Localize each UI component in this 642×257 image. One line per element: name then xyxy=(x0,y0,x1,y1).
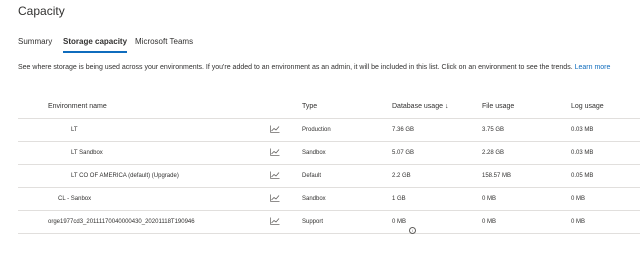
trend-chart-icon[interactable] xyxy=(270,194,280,202)
database-usage-cell: 0 MB i xyxy=(392,219,417,234)
tab-summary[interactable]: Summary xyxy=(18,37,52,51)
page-title: Capacity xyxy=(18,4,65,18)
table-header: Environment name Type Database usage ↓ Fi… xyxy=(18,100,640,116)
header-type[interactable]: Type xyxy=(302,103,317,110)
environment-name[interactable]: LT Sandbox xyxy=(71,150,103,156)
environment-name[interactable]: CL - Sanbox xyxy=(58,196,91,202)
sort-descending-icon: ↓ xyxy=(444,103,449,110)
log-usage: 0.03 MB xyxy=(571,150,594,156)
header-environment-name[interactable]: Environment name xyxy=(48,103,107,110)
database-usage: 0 MB xyxy=(392,219,407,225)
table-row[interactable]: LT Sandbox Sandbox 5.07 GB 2.28 GB 0.03 … xyxy=(18,141,640,164)
file-usage: 0 MB xyxy=(482,196,497,202)
environment-type: Support xyxy=(302,219,324,225)
table-row[interactable]: CL - Sanbox Sandbox 1 GB 0 MB 0 MB xyxy=(18,187,640,210)
database-usage: 5.07 GB xyxy=(392,150,415,156)
log-usage: 0 MB xyxy=(571,219,586,225)
environment-type: Sandbox xyxy=(302,196,326,202)
header-database-usage[interactable]: Database usage ↓ xyxy=(392,103,448,110)
trend-chart-icon[interactable] xyxy=(270,148,280,156)
trend-chart-icon[interactable] xyxy=(270,217,280,225)
environment-type: Default xyxy=(302,173,322,179)
header-log-usage[interactable]: Log usage xyxy=(571,103,604,110)
environment-type: Sandbox xyxy=(302,150,326,156)
trend-chart-icon[interactable] xyxy=(270,125,280,133)
file-usage: 0 MB xyxy=(482,219,497,225)
table-row[interactable]: LT CO OF AMERICA (default) (Upgrade) Def… xyxy=(18,164,640,187)
file-usage: 2.28 GB xyxy=(482,150,505,156)
file-usage: 158.57 MB xyxy=(482,173,512,179)
log-usage: 0 MB xyxy=(571,196,586,202)
log-usage: 0.05 MB xyxy=(571,173,594,179)
environment-name[interactable]: orge1977cd3_20111170040000430_20201118T1… xyxy=(48,219,195,225)
table-row[interactable]: LT Production 7.36 GB 3.75 GB 0.03 MB xyxy=(18,118,640,141)
tab-storage-capacity[interactable]: Storage capacity xyxy=(63,37,128,53)
info-icon[interactable]: i xyxy=(409,227,417,234)
trend-chart-icon[interactable] xyxy=(270,171,280,179)
header-database-usage-label: Database usage xyxy=(392,103,443,110)
database-usage: 1 GB xyxy=(392,196,406,202)
tab-microsoft-teams[interactable]: Microsoft Teams xyxy=(135,37,193,51)
description: See where storage is being used across y… xyxy=(18,64,640,71)
database-usage: 7.36 GB xyxy=(392,127,415,133)
learn-more-link[interactable]: Learn more xyxy=(575,64,611,71)
environment-name[interactable]: LT xyxy=(71,127,78,133)
environment-name[interactable]: LT CO OF AMERICA (default) (Upgrade) xyxy=(71,173,179,179)
header-file-usage[interactable]: File usage xyxy=(482,103,514,110)
environment-type: Production xyxy=(302,127,331,133)
table-row[interactable]: orge1977cd3_20111170040000430_20201118T1… xyxy=(18,210,640,234)
database-usage: 2.2 GB xyxy=(392,173,411,179)
file-usage: 3.75 GB xyxy=(482,127,505,133)
description-text: See where storage is being used across y… xyxy=(18,64,573,71)
log-usage: 0.03 MB xyxy=(571,127,594,133)
